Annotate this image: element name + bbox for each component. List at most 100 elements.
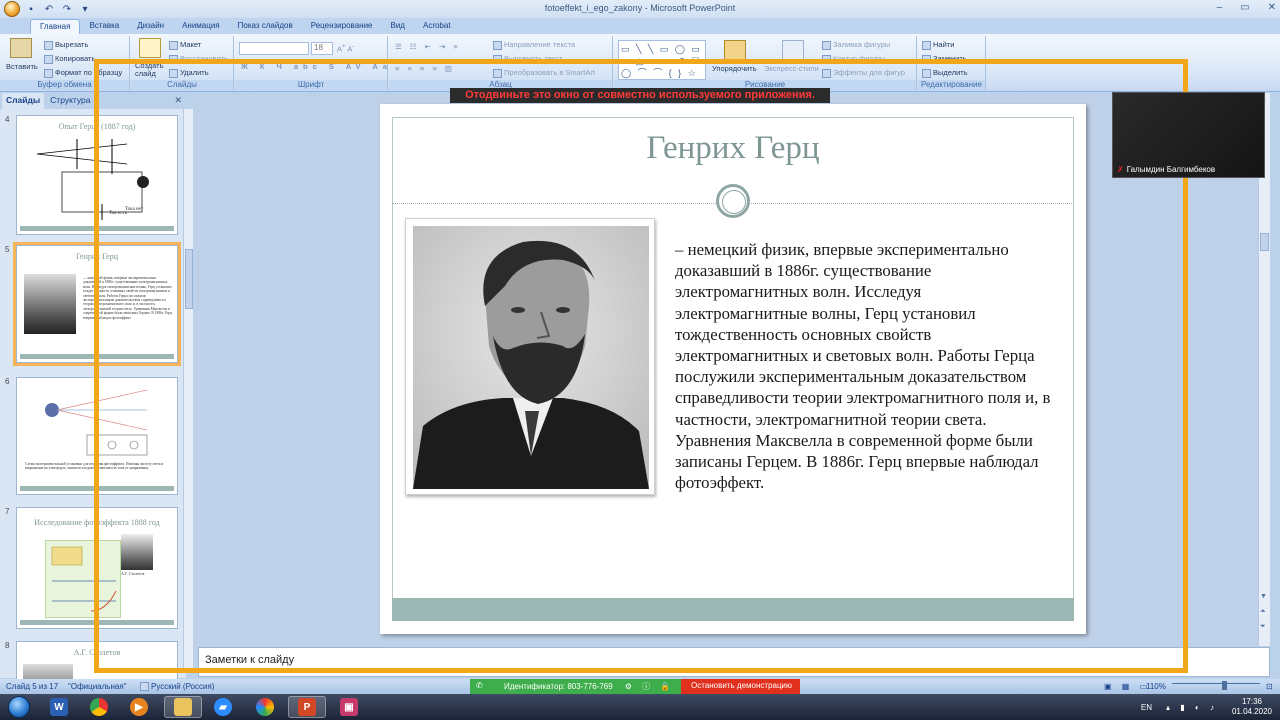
undo-icon[interactable]: ↶ (42, 2, 56, 16)
reset-button[interactable]: Восстановить (169, 54, 228, 64)
thumbnail-footer-bar (20, 354, 174, 359)
list-buttons[interactable]: ☰ ☷ ⇤ ⇥ ≡ (395, 42, 461, 51)
replace-button[interactable]: Заменить (922, 54, 967, 64)
layout-button[interactable]: Макет (169, 40, 201, 50)
tab-home[interactable]: Главная (30, 19, 81, 34)
redo-icon[interactable]: ↷ (60, 2, 74, 16)
shape-fill-label: Заливка фигуры (833, 40, 891, 49)
tab-review[interactable]: Рецензирование (302, 19, 382, 34)
scroll-thumb[interactable] (1260, 233, 1269, 251)
select-button[interactable]: Выделить (922, 68, 968, 78)
save-icon[interactable]: ▪ (24, 2, 38, 16)
tab-acrobat[interactable]: Acrobat (414, 19, 460, 34)
notes-pane[interactable]: Заметки к слайду (198, 647, 1270, 677)
zoom-level[interactable]: 110% (1146, 682, 1166, 691)
tab-insert[interactable]: Вставка (80, 19, 128, 34)
slide-number: 7 (5, 507, 10, 516)
tray-icons[interactable]: ▴ ▮ ◐ ♪ (1160, 703, 1224, 712)
taskbar-powerpoint[interactable]: P (288, 696, 326, 718)
stop-share-button[interactable]: Остановить демонстрацию (681, 679, 800, 694)
folder-icon (174, 698, 192, 716)
smartart-button[interactable]: Преобразовать в SmartArt (493, 68, 595, 78)
shape-effects-button[interactable]: Эффекты для фигур (822, 68, 905, 78)
copy-button[interactable]: Копировать (44, 54, 95, 64)
new-slide-icon[interactable] (139, 38, 161, 58)
portrait-thumbnail (121, 534, 153, 570)
quick-styles-icon[interactable] (782, 40, 804, 60)
start-button[interactable] (2, 695, 36, 719)
format-painter-button[interactable]: Формат по образцу (44, 68, 122, 78)
windows-logo-icon (8, 696, 30, 718)
clock[interactable]: 17:36 01.04.2020 (1224, 697, 1280, 717)
taskbar-explorer[interactable] (164, 696, 202, 718)
find-button[interactable]: Найти (922, 40, 954, 50)
arrange-button[interactable]: Упорядочить (712, 64, 757, 73)
taskbar-media-player[interactable]: ▶ (120, 696, 158, 718)
slide-canvas[interactable]: Генрих Герц – немецкий физик, впервые эк… (380, 104, 1086, 634)
slide-thumbnail-selected[interactable]: Генрих Герц — немецкий физик, впервые эк… (13, 242, 181, 366)
text-direction-button[interactable]: Направление текста (493, 40, 575, 50)
share-controls[interactable]: ⚙ ⓘ 🔒 (625, 681, 675, 692)
taskbar-pinwheel[interactable] (246, 696, 284, 718)
taskbar-word[interactable]: W (40, 696, 78, 718)
zoom-slider-thumb[interactable] (1222, 681, 1227, 690)
tab-design[interactable]: Дизайн (128, 19, 173, 34)
customize-qat-icon[interactable]: ▾ (78, 2, 92, 16)
tab-view[interactable]: Вид (382, 19, 414, 34)
zoom-slider[interactable] (1172, 683, 1260, 691)
tab-slides[interactable]: Слайды (2, 93, 45, 109)
close-button[interactable]: ✕ (1268, 2, 1276, 13)
portrait-frame[interactable] (405, 218, 655, 495)
slide-thumbnail[interactable]: Опыт Герца (1887 год) Ток есть Тока нет (16, 115, 178, 235)
next-slide-icon[interactable]: ⏷ (1260, 623, 1266, 631)
layout-label: Макет (180, 40, 202, 49)
language-indicator[interactable]: Русский (Россия) (140, 682, 214, 692)
slide-thumbnail[interactable]: Исследование фотоэффекта 1888 год А.Г. С… (16, 507, 178, 629)
keyboard-language[interactable]: EN (1133, 703, 1160, 712)
arrange-icon[interactable] (724, 40, 746, 60)
paste-icon[interactable] (10, 38, 32, 58)
slide-body-text[interactable]: – немецкий физик, впервые эксперименталь… (675, 239, 1055, 493)
close-icon[interactable]: ✕ (174, 95, 182, 106)
brush-icon (44, 68, 53, 78)
fit-slide-icon[interactable]: ⊡ (1266, 682, 1273, 691)
office-button[interactable] (4, 1, 20, 17)
quick-styles-button[interactable]: Экспресс-стили (764, 64, 819, 73)
scroll-down-icon[interactable]: ▼ (1260, 593, 1267, 600)
grow-font-button[interactable]: A+ A- (337, 43, 354, 54)
shape-fill-button[interactable]: Заливка фигуры (822, 40, 890, 50)
slides-pane-scrollbar[interactable] (183, 109, 193, 671)
editing-group: Найти Заменить Выделить Редактирование (918, 36, 986, 90)
ornament-circle (716, 184, 750, 218)
cut-button[interactable]: Вырезать (44, 40, 88, 50)
taskbar-app[interactable]: ▣ (330, 696, 368, 718)
taskbar: W ▶ ▰ P ▣ EN ▴ ▮ ◐ ♪ 17:36 01.04.2020 (0, 694, 1280, 720)
taskbar-zoom[interactable]: ▰ (204, 696, 242, 718)
align-buttons[interactable]: ≡ ≡ ≡ ≡ ▥ (395, 64, 455, 73)
delete-slide-button[interactable]: Удалить (169, 68, 209, 78)
tab-animation[interactable]: Анимация (173, 19, 229, 34)
paste-button[interactable]: Вставить (6, 62, 38, 71)
font-size-select[interactable]: 18 (311, 42, 333, 55)
participant-video[interactable]: ✗ Галымдин Балгимбеков (1112, 92, 1265, 178)
slide-thumbnail[interactable]: А.Г. Столетов (16, 641, 178, 681)
align-text-button[interactable]: Выровнять текст (493, 54, 562, 64)
tab-outline[interactable]: Структура (46, 93, 94, 109)
shape-outline-button[interactable]: Контур фигуры (822, 54, 885, 64)
media-player-icon: ▶ (130, 698, 148, 716)
shapes-gallery[interactable]: ▭ ╲ ╲ ▭ ◯ ▭ ▭ △ ↘ ⇨ ⟲ ☐ ◯ ⌒ ⌒ { } ☆ (618, 40, 706, 80)
portrait-photo (413, 226, 649, 489)
taskbar-chrome[interactable] (80, 696, 118, 718)
font-family-select[interactable] (239, 42, 309, 55)
view-buttons[interactable]: ▣ ▦ ▭ (1104, 682, 1151, 691)
minimize-button[interactable]: – (1217, 2, 1223, 13)
tab-slideshow[interactable]: Показ слайдов (229, 19, 302, 34)
slide-thumbnail[interactable]: Схема экспериментальной установки для из… (16, 377, 178, 495)
slide-title[interactable]: Генрих Герц (380, 130, 1086, 167)
scroll-thumb[interactable] (185, 249, 193, 309)
maximize-button[interactable]: ▭ (1240, 2, 1249, 13)
zoom-icon: ▰ (214, 698, 232, 716)
font-format-buttons[interactable]: Ж К Ч abc S AV Aa (241, 62, 392, 71)
new-slide-button[interactable]: Создать слайд (135, 62, 165, 78)
previous-slide-icon[interactable]: ⏶ (1260, 608, 1266, 616)
